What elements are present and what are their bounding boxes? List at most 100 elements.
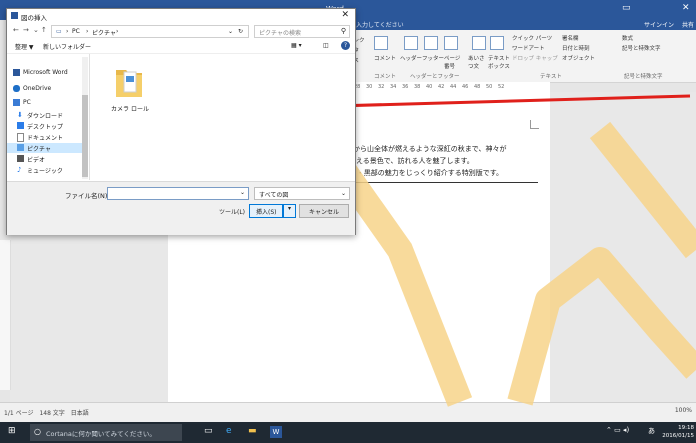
filename-field[interactable]: ⌄ <box>107 187 249 200</box>
dialog-title-bar: 図の挿入 ✕ <box>7 9 355 23</box>
close-icon[interactable]: ✕ <box>682 3 690 13</box>
file-type-filter[interactable]: すべての図 ⌄ <box>254 187 350 200</box>
ruler-tick: 46 <box>462 84 469 90</box>
object-button[interactable]: オブジェクト <box>562 54 595 62</box>
comment-icon[interactable] <box>374 36 388 50</box>
page-number-icon[interactable] <box>444 36 458 50</box>
windows-start-icon[interactable]: ⊞ <box>8 426 16 436</box>
back-icon[interactable]: ← <box>13 26 19 34</box>
music-icon: ♪ <box>17 166 22 174</box>
nav-item-desktop[interactable]: デスクトップ <box>7 121 87 131</box>
word-app-icon <box>11 12 18 19</box>
breadcrumb-item[interactable]: PC <box>72 28 80 35</box>
nav-item-pc[interactable]: PC <box>7 98 87 108</box>
close-icon[interactable]: ✕ <box>341 10 349 20</box>
share-button[interactable]: 共有 <box>682 20 694 29</box>
minimize-icon[interactable]: ▭ <box>622 3 631 13</box>
search-icon: ⚲ <box>340 27 346 35</box>
up-icon[interactable]: ↑ <box>41 26 47 34</box>
refresh-icon[interactable]: ↻ <box>238 28 243 35</box>
page-number-button[interactable]: ページ番号 <box>444 54 462 70</box>
search-box[interactable]: ピクチャの検索 ⚲ <box>254 25 350 38</box>
nav-scrollbar[interactable] <box>82 57 88 179</box>
forward-icon[interactable]: → <box>23 26 29 34</box>
dropcap-button[interactable]: ドロップ キャップ <box>512 54 558 62</box>
textbox-button[interactable]: テキストボックス <box>488 54 510 70</box>
footer-icon[interactable] <box>424 36 438 50</box>
ruler-tick: 32 <box>378 84 385 90</box>
word-taskbar-icon[interactable]: W <box>270 426 282 438</box>
nav-item-label: ミュージック <box>27 168 63 175</box>
signin-link[interactable]: サインイン <box>644 20 674 29</box>
equation-button[interactable]: 数式 <box>622 34 633 42</box>
ruler-tick: 50 <box>486 84 493 90</box>
folder-icon <box>116 70 142 97</box>
nav-item-label: デスクトップ <box>27 124 64 131</box>
datetime-button[interactable]: 日付と時刻 <box>562 44 590 52</box>
scrollbar-thumb[interactable] <box>82 95 88 177</box>
insert-label: 挿入(S) <box>256 209 277 216</box>
cortana-search[interactable]: ○ Cortanaに何か聞いてみてください。 <box>30 424 182 441</box>
ruler-tick: 40 <box>426 84 433 90</box>
nav-item-label: OneDrive <box>23 85 52 92</box>
word-icon <box>13 69 20 76</box>
nav-item-videos[interactable]: ビデオ <box>7 154 87 164</box>
zoom-level[interactable]: 100% <box>675 407 692 414</box>
clock-time: 19:18 <box>678 425 694 431</box>
nav-item-documents[interactable]: ドキュメント <box>7 132 87 142</box>
footer-button[interactable]: フッター <box>422 54 444 62</box>
comment-button[interactable]: コメント <box>374 54 396 62</box>
task-view-icon[interactable]: ▭ <box>204 426 213 436</box>
nav-item-downloads[interactable]: ⬇ ダウンロード <box>7 110 87 120</box>
header-icon[interactable] <box>404 36 418 50</box>
chevron-down-icon[interactable]: ⌄ <box>228 28 233 35</box>
insert-dropdown-button[interactable]: ▾ <box>283 204 296 218</box>
ruler-tick: 52 <box>498 84 505 90</box>
help-icon[interactable]: ? <box>341 41 350 50</box>
clock-date: 2016/01/15 <box>662 433 694 439</box>
edge-icon[interactable]: e <box>226 426 232 436</box>
tray-icons[interactable]: ⌃ ▭ ◂) <box>606 426 629 434</box>
filename-label: ファイル名(N): <box>65 192 110 200</box>
ruler-tick: 30 <box>366 84 373 90</box>
insert-button[interactable]: 挿入(S) <box>249 204 283 218</box>
cortana-icon: ○ <box>34 427 41 436</box>
pc-icon <box>13 99 20 106</box>
cortana-placeholder: Cortanaに何か聞いてみてください。 <box>46 430 156 438</box>
breadcrumb-item[interactable]: ピクチャ <box>92 28 116 37</box>
search-input[interactable]: ピクチャの検索 <box>259 28 301 37</box>
folder-item-camera-roll[interactable]: カメラ ロール <box>110 64 149 113</box>
nav-item-label: ピクチャ <box>27 146 51 153</box>
wordart-button[interactable]: ワードアート <box>512 44 545 52</box>
cancel-button[interactable]: キャンセル <box>299 204 349 218</box>
clock[interactable]: 19:18 2016/01/15 <box>662 424 694 440</box>
nav-item-music[interactable]: ♪ ミュージック <box>7 165 87 175</box>
organize-button[interactable]: 整理 ▼ <box>15 42 34 51</box>
ime-indicator[interactable]: あ <box>648 426 655 436</box>
nav-item-onedrive[interactable]: OneDrive <box>7 84 87 94</box>
breadcrumb-sep: › <box>116 28 119 35</box>
recent-icon[interactable]: ⌄ <box>33 26 39 34</box>
quick-parts-button[interactable]: クイック パーツ <box>512 34 552 42</box>
greeting-icon[interactable] <box>472 36 486 50</box>
signature-line-button[interactable]: 署名欄 <box>562 34 579 42</box>
cloud-icon <box>13 85 20 92</box>
dialog-title: 図の挿入 <box>21 14 47 22</box>
view-icon[interactable]: ▦ ▾ <box>291 42 302 49</box>
textbox-icon[interactable] <box>490 36 504 50</box>
file-explorer-icon[interactable]: ▬ <box>248 426 257 436</box>
breadcrumb-sep: › <box>86 28 89 35</box>
symbol-button[interactable]: 記号と特殊文字 <box>622 44 661 52</box>
chevron-down-icon[interactable]: ⌄ <box>240 189 245 196</box>
nav-item-word[interactable]: Microsoft Word <box>7 68 87 78</box>
tell-me-bar[interactable]: 入力してください サインイン 共有 <box>350 20 696 30</box>
new-folder-button[interactable]: 新しいフォルダー <box>43 42 91 51</box>
nav-item-pictures[interactable]: ピクチャ <box>7 143 87 153</box>
pc-icon: ▭ <box>56 28 62 35</box>
filter-value: すべての図 <box>259 192 289 199</box>
greeting-button[interactable]: あいさつ文 <box>468 54 488 70</box>
address-bar[interactable]: ▭ › PC › ピクチャ › ⌄ ↻ <box>51 25 249 38</box>
header-button[interactable]: ヘッダー <box>400 54 422 62</box>
tools-menu[interactable]: ツール(L) <box>219 207 245 216</box>
preview-pane-icon[interactable]: ◫ <box>323 42 329 49</box>
